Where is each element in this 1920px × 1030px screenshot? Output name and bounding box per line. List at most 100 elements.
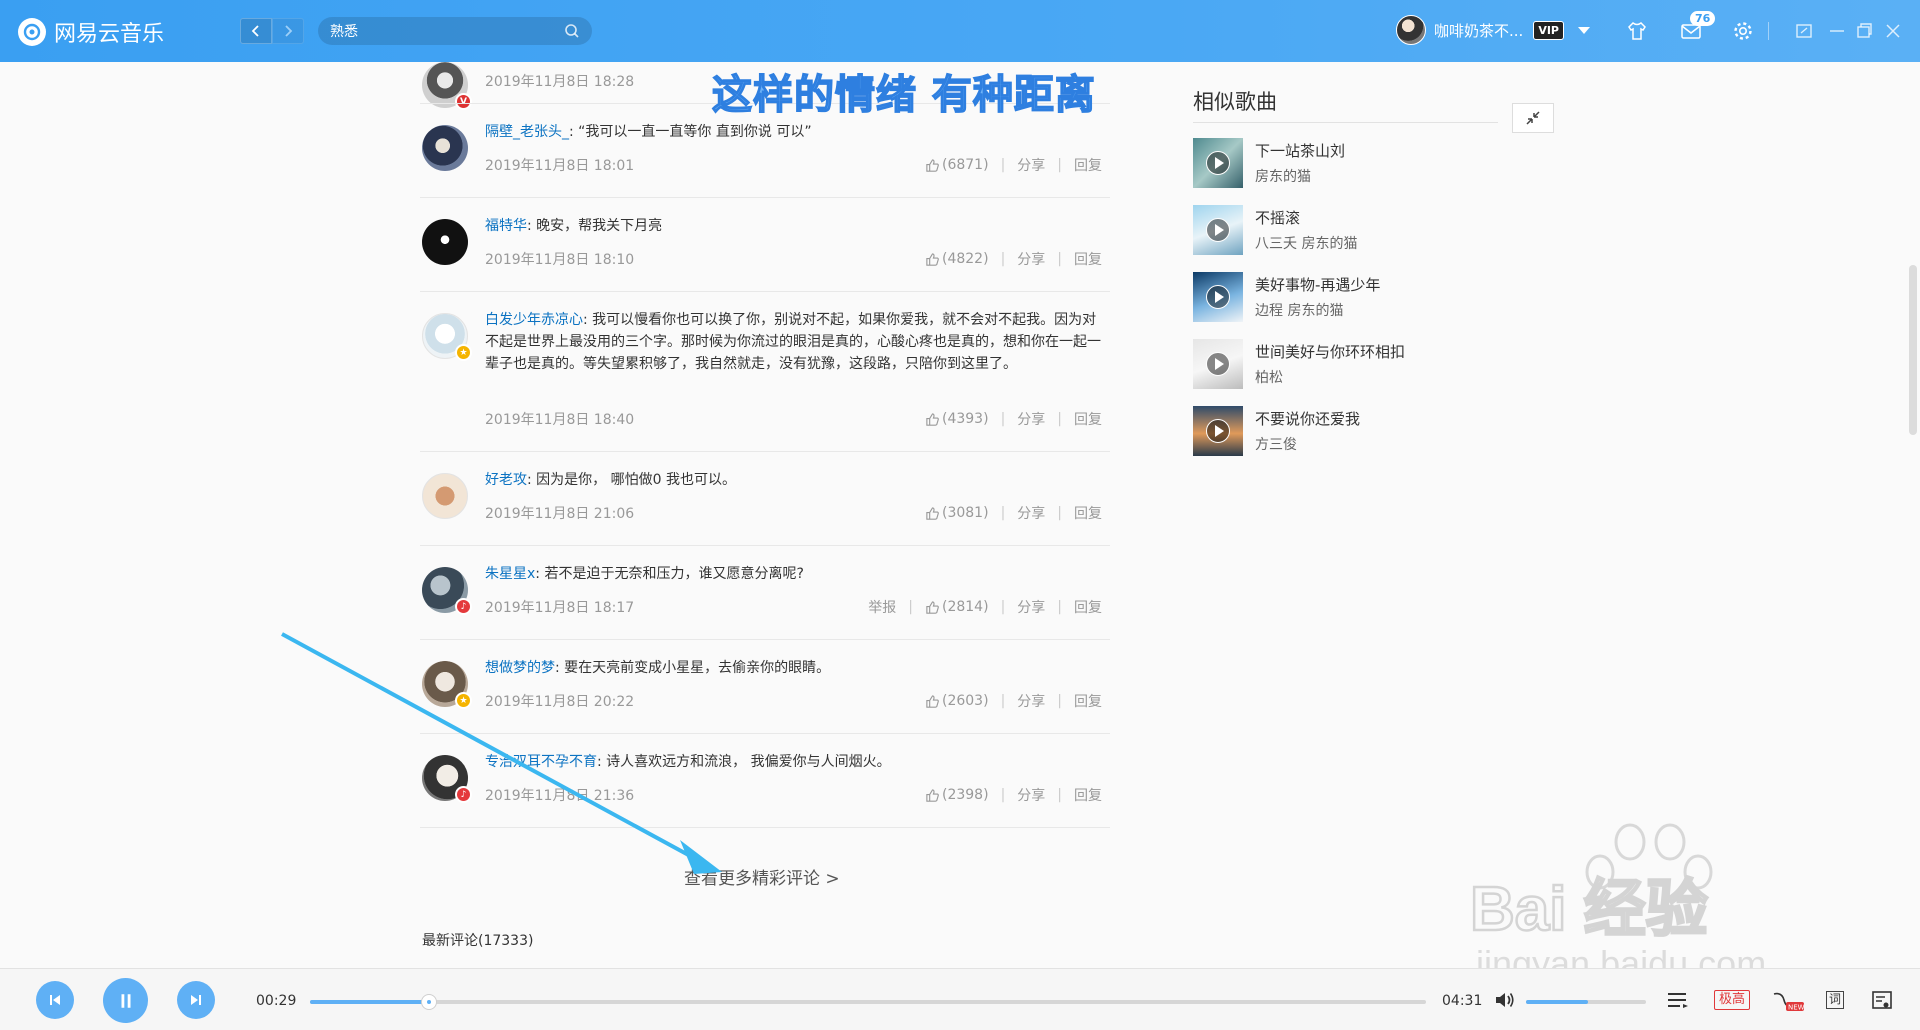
play-circle-icon[interactable] — [1206, 218, 1230, 242]
comment-username[interactable]: 隔壁_老张头_ — [485, 124, 569, 140]
comment-username[interactable]: 想做梦的梦 — [485, 660, 555, 676]
pause-button[interactable] — [103, 978, 148, 1023]
progress-handle[interactable] — [421, 994, 438, 1010]
comment-username[interactable]: 白发少年赤凉心 — [485, 312, 583, 328]
progress-bar[interactable] — [310, 994, 1426, 1010]
share-button[interactable]: 分享 — [1017, 691, 1045, 711]
reply-button[interactable]: 回复 — [1074, 503, 1102, 523]
comment-avatar[interactable]: ★ — [422, 313, 472, 361]
share-button[interactable]: 分享 — [1017, 503, 1045, 523]
comment-avatar[interactable]: ♪ — [422, 755, 472, 803]
skin-icon[interactable] — [1626, 20, 1648, 42]
song-name[interactable]: 美好事物-再遇少年 — [1255, 274, 1380, 295]
playlist-mode-icon[interactable] — [1666, 990, 1690, 1014]
comment-text: 福特华: 晚安，帮我关下月亮 — [485, 218, 663, 234]
play-queue-icon[interactable] — [1870, 990, 1894, 1016]
like-button[interactable]: (2603) — [925, 693, 989, 709]
thumbs-up-icon — [926, 412, 939, 426]
comment-avatar[interactable] — [422, 219, 468, 265]
song-artist[interactable]: 柏松 — [1255, 367, 1283, 387]
song-cover[interactable] — [1193, 205, 1243, 255]
song-name[interactable]: 世间美好与你环环相扣 — [1255, 341, 1405, 362]
comment-item: ♪ 朱星星x: 若不是迫于无奈和压力，谁又愿意分离呢? 2019年11月8日 1… — [420, 546, 1110, 640]
comment-username[interactable]: 朱星星x — [485, 566, 535, 582]
song-cover[interactable] — [1193, 138, 1243, 188]
comment-avatar[interactable] — [422, 125, 468, 171]
maximize-icon[interactable] — [1853, 20, 1875, 42]
similar-song-item[interactable]: 美好事物-再遇少年 边程 房东的猫 — [1193, 272, 1553, 324]
comment-username[interactable]: 专治双耳不孕不育 — [485, 754, 597, 770]
app-logo[interactable]: 网易云音乐 — [18, 16, 164, 48]
comment-avatar[interactable]: ★ — [422, 661, 472, 709]
like-button[interactable]: (3081) — [925, 505, 989, 521]
reply-button[interactable]: 回复 — [1074, 155, 1102, 175]
song-name[interactable]: 不要说你还爱我 — [1255, 408, 1360, 429]
comment-avatar[interactable] — [422, 473, 468, 519]
minimize-icon[interactable] — [1826, 20, 1848, 42]
song-cover[interactable] — [1193, 272, 1243, 322]
song-cover[interactable] — [1193, 406, 1243, 456]
sound-effect-icon[interactable]: NEW — [1772, 990, 1805, 1016]
reply-button[interactable]: 回复 — [1074, 785, 1102, 805]
collapse-button[interactable] — [1512, 103, 1554, 133]
song-artist[interactable]: 房东的猫 — [1255, 166, 1311, 186]
star-badge-icon: ★ — [455, 344, 472, 361]
song-artist[interactable]: 边程 房东的猫 — [1255, 300, 1343, 320]
mini-mode-icon[interactable] — [1793, 20, 1815, 42]
play-circle-icon[interactable] — [1206, 151, 1230, 175]
user-name[interactable]: 咖啡奶茶不... — [1434, 20, 1523, 41]
close-icon[interactable] — [1882, 20, 1904, 42]
reply-button[interactable]: 回复 — [1074, 409, 1102, 429]
sound-quality-button[interactable]: 极高 — [1714, 990, 1751, 1010]
user-menu[interactable]: 咖啡奶茶不... VIP — [1396, 15, 1590, 45]
more-comments-link[interactable]: 查看更多精彩评论 > — [684, 864, 840, 889]
like-button[interactable]: (2814) — [925, 599, 989, 615]
report-button[interactable]: 举报 — [868, 597, 896, 617]
caret-down-icon[interactable] — [1577, 26, 1590, 34]
user-avatar[interactable] — [1396, 15, 1426, 45]
thumbs-up-icon — [926, 694, 939, 708]
vip-badge[interactable]: VIP — [1533, 20, 1564, 40]
comment-item: ♪ 专治双耳不孕不育: 诗人喜欢远方和流浪， 我偏爱你与人间烟火。 2019年1… — [420, 734, 1110, 828]
next-button[interactable] — [177, 981, 215, 1019]
similar-song-item[interactable]: 世间美好与你环环相扣 柏松 — [1193, 339, 1553, 391]
play-circle-icon[interactable] — [1206, 419, 1230, 443]
previous-button[interactable] — [36, 981, 74, 1019]
song-cover[interactable] — [1193, 339, 1243, 389]
comment-username[interactable]: 好老攻 — [485, 472, 527, 488]
share-button[interactable]: 分享 — [1017, 155, 1045, 175]
share-button[interactable]: 分享 — [1017, 597, 1045, 617]
lyrics-toggle-button[interactable]: 词 — [1826, 991, 1844, 1009]
play-circle-icon[interactable] — [1206, 285, 1230, 309]
comment-avatar[interactable]: ♪ — [422, 567, 472, 615]
like-button[interactable]: (4822) — [925, 251, 989, 267]
comment-avatar[interactable]: V — [422, 62, 472, 110]
similar-song-item[interactable]: 下一站茶山刘 房东的猫 — [1193, 138, 1553, 190]
similar-song-item[interactable]: 不要说你还爱我 方三俊 — [1193, 406, 1553, 458]
desktop-lyric[interactable]: 这样的情绪 有种距离 — [711, 62, 1096, 120]
scrollbar-thumb[interactable] — [1909, 265, 1917, 435]
reply-button[interactable]: 回复 — [1074, 691, 1102, 711]
reply-button[interactable]: 回复 — [1074, 249, 1102, 269]
like-button[interactable]: (2398) — [925, 787, 989, 803]
settings-gear-icon[interactable] — [1732, 20, 1754, 42]
action-separator: | — [1057, 693, 1062, 709]
volume-icon[interactable] — [1494, 990, 1516, 1014]
song-name[interactable]: 不摇滚 — [1255, 207, 1300, 228]
comment-username[interactable]: 福特华 — [485, 218, 527, 234]
like-button[interactable]: (6871) — [925, 157, 989, 173]
back-button[interactable] — [240, 18, 272, 44]
reply-button[interactable]: 回复 — [1074, 597, 1102, 617]
forward-button[interactable] — [272, 18, 304, 44]
share-button[interactable]: 分享 — [1017, 409, 1045, 429]
volume-slider[interactable] — [1526, 1000, 1646, 1004]
window-controls-divider — [1768, 22, 1769, 40]
song-artist[interactable]: 方三俊 — [1255, 434, 1297, 454]
song-artist[interactable]: 八三夭 房东的猫 — [1255, 233, 1357, 253]
similar-song-item[interactable]: 不摇滚 八三夭 房东的猫 — [1193, 205, 1553, 257]
song-name[interactable]: 下一站茶山刘 — [1255, 140, 1345, 161]
like-button[interactable]: (4393) — [925, 411, 989, 427]
share-button[interactable]: 分享 — [1017, 785, 1045, 805]
share-button[interactable]: 分享 — [1017, 249, 1045, 269]
play-circle-icon[interactable] — [1206, 352, 1230, 376]
